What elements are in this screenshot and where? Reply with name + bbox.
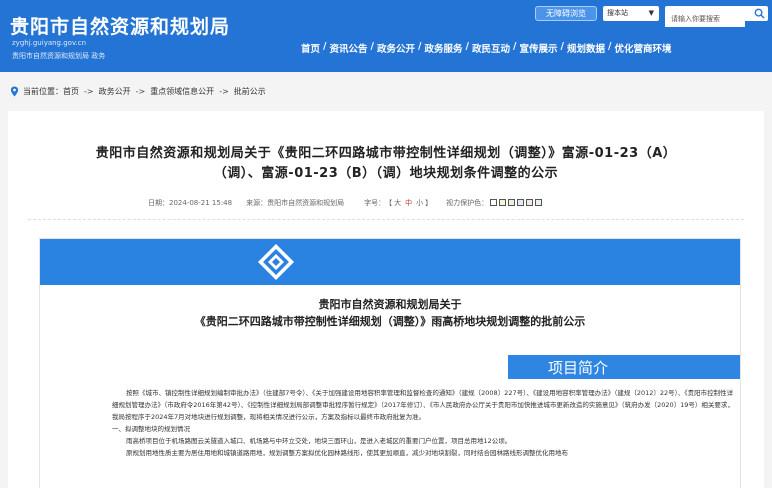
nav-item-planning-data[interactable]: 规划数据 (567, 41, 605, 55)
notice-title-line1: 贵阳市自然资源和规划局关于 (318, 298, 462, 311)
section-heading: 一、拟调整地块的规划情况 (112, 425, 190, 433)
article-title: 贵阳市自然资源和规划局关于《贵阳二环四路城市带控制性详细规划（调整）》富源-01… (8, 144, 764, 184)
notice-title: 贵阳市自然资源和规划局关于 《贵阳二环四路城市带控制性详细规划（调整）》雨高桥地… (40, 296, 740, 330)
vision-protection-label: 视力保护色： (446, 199, 489, 207)
breadcrumb-arrow: -> (84, 87, 94, 96)
breadcrumb-arrow: -> (135, 87, 146, 96)
article-title-line1: 贵阳市自然资源和规划局关于《贵阳二环四路城市带控制性详细规划（调整）》富源-01… (95, 146, 677, 161)
nav-item-home[interactable]: 首页 (301, 41, 320, 55)
source-label: 来源： (246, 199, 268, 207)
paragraph: 按照《城市、镇控制性详细规划编制审批办法》（住建部7号令）、《关于加强建设用地容… (112, 389, 734, 421)
nav-item-open-affairs[interactable]: 政务公开 (377, 41, 415, 55)
source-value: 贵阳市自然资源和规划局 (267, 199, 345, 207)
search-icon[interactable] (754, 8, 765, 19)
search-box (665, 6, 768, 27)
vision-color-swatch[interactable] (526, 198, 534, 206)
breadcrumb-open-affairs[interactable]: 政务公开 (99, 86, 131, 97)
site-header: 贵阳市自然资源和规划局 zyghj.guiyang.gov.cn 贵阳市自然资源… (0, 0, 772, 72)
main-nav: 首页 / 资讯公告 / 政务公开 / 政务服务 / 政民互动 / 宣传展示 / … (301, 41, 672, 55)
section-header-bar: 项目简介 (508, 355, 740, 379)
nav-item-services[interactable]: 政务服务 (425, 41, 463, 55)
emblem-icon (258, 244, 294, 280)
nav-separator: / (513, 41, 517, 52)
nav-separator: / (608, 41, 612, 52)
vision-color-swatch[interactable] (499, 198, 507, 206)
nav-item-publicity[interactable]: 宣传展示 (520, 41, 558, 55)
vision-color-swatch[interactable] (535, 198, 543, 206)
vision-color-swatch[interactable] (508, 198, 516, 206)
publish-date: 2024-08-21 15:48 (169, 199, 233, 207)
search-input[interactable] (665, 11, 745, 27)
breadcrumb-pre-approval[interactable]: 批前公示 (234, 86, 266, 97)
nav-separator: / (560, 41, 564, 52)
nav-item-interaction[interactable]: 政民互动 (472, 41, 510, 55)
vision-color-swatch[interactable] (490, 198, 498, 206)
nav-separator: / (370, 41, 374, 52)
article: 贵阳市自然资源和规划局关于《贵阳二环四路城市带控制性详细规划（调整）》富源-01… (8, 111, 764, 488)
search-scope-label: 搜本站 (607, 9, 628, 17)
breadcrumb-key-areas[interactable]: 重点领域信息公开 (150, 86, 214, 97)
breadcrumb-home[interactable]: 首页 (63, 86, 79, 97)
paragraph: 雨高桥项目位于机场路图云关隧道入城口、机场路与中环立交处，地块三面环山，是进入老… (126, 437, 512, 445)
font-size-small[interactable]: 小 (416, 198, 423, 208)
section-label: 项目简介 (548, 359, 609, 377)
breadcrumb-arrow: -> (219, 87, 229, 96)
font-size-label: 字号： (364, 199, 386, 207)
chevron-down-icon: ▼ (648, 9, 654, 17)
date-label: 日期： (148, 199, 169, 207)
nav-item-business-env[interactable]: 优化营商环境 (615, 41, 672, 55)
vision-color-swatch[interactable] (517, 198, 525, 206)
bracket-close: 】 (425, 199, 433, 207)
site-title[interactable]: 贵阳市自然资源和规划局 (10, 12, 230, 39)
bracket-open: 【 (385, 199, 393, 207)
font-size-large[interactable]: 大 (394, 198, 401, 208)
article-meta: 日期： 2024-08-21 15:48 来源： 贵阳市自然资源和规划局 字号：… (148, 198, 543, 208)
notice-image: 贵阳市自然资源和规划局关于 《贵阳二环四路城市带控制性详细规划（调整）》雨高桥地… (40, 239, 740, 488)
location-pin-icon (10, 86, 19, 97)
nav-separator: / (323, 41, 327, 52)
font-size-medium[interactable]: 中 (405, 198, 412, 208)
article-title-line2: （调）、富源-01-23（B）（调）地块规划条件调整的公示 (213, 166, 559, 181)
notice-body: 按照《城市、镇控制性详细规划编制审批办法》（住建部7号令）、《关于加强建设用地容… (112, 387, 734, 459)
breadcrumb: 当前位置： 首页 -> 政务公开 -> 重点领域信息公开 -> 批前公示 (10, 86, 266, 97)
barrier-free-button[interactable]: 无障碍浏览 (535, 6, 597, 21)
search-scope-select[interactable]: 搜本站 ▼ (603, 6, 659, 21)
vision-color-swatches (488, 198, 543, 208)
paragraph: 原规划用地性质主要为居住用地和城镇道路用地，规划调整方案拟优化园林路线形，使其更… (126, 449, 568, 457)
notice-title-line2: 《贵阳二环四路城市带控制性详细规划（调整）》雨高桥地块规划调整的批前公示 (194, 315, 586, 328)
notice-banner (40, 239, 740, 285)
breadcrumb-prefix: 当前位置： (23, 87, 63, 96)
nav-separator: / (465, 41, 469, 52)
site-subtitle: 贵阳市自然资源和规划局 政务 (12, 52, 106, 60)
divider (28, 219, 744, 220)
nav-separator: / (418, 41, 422, 52)
nav-item-news[interactable]: 资讯公告 (330, 41, 368, 55)
site-domain: zyghj.guiyang.gov.cn (12, 39, 87, 47)
